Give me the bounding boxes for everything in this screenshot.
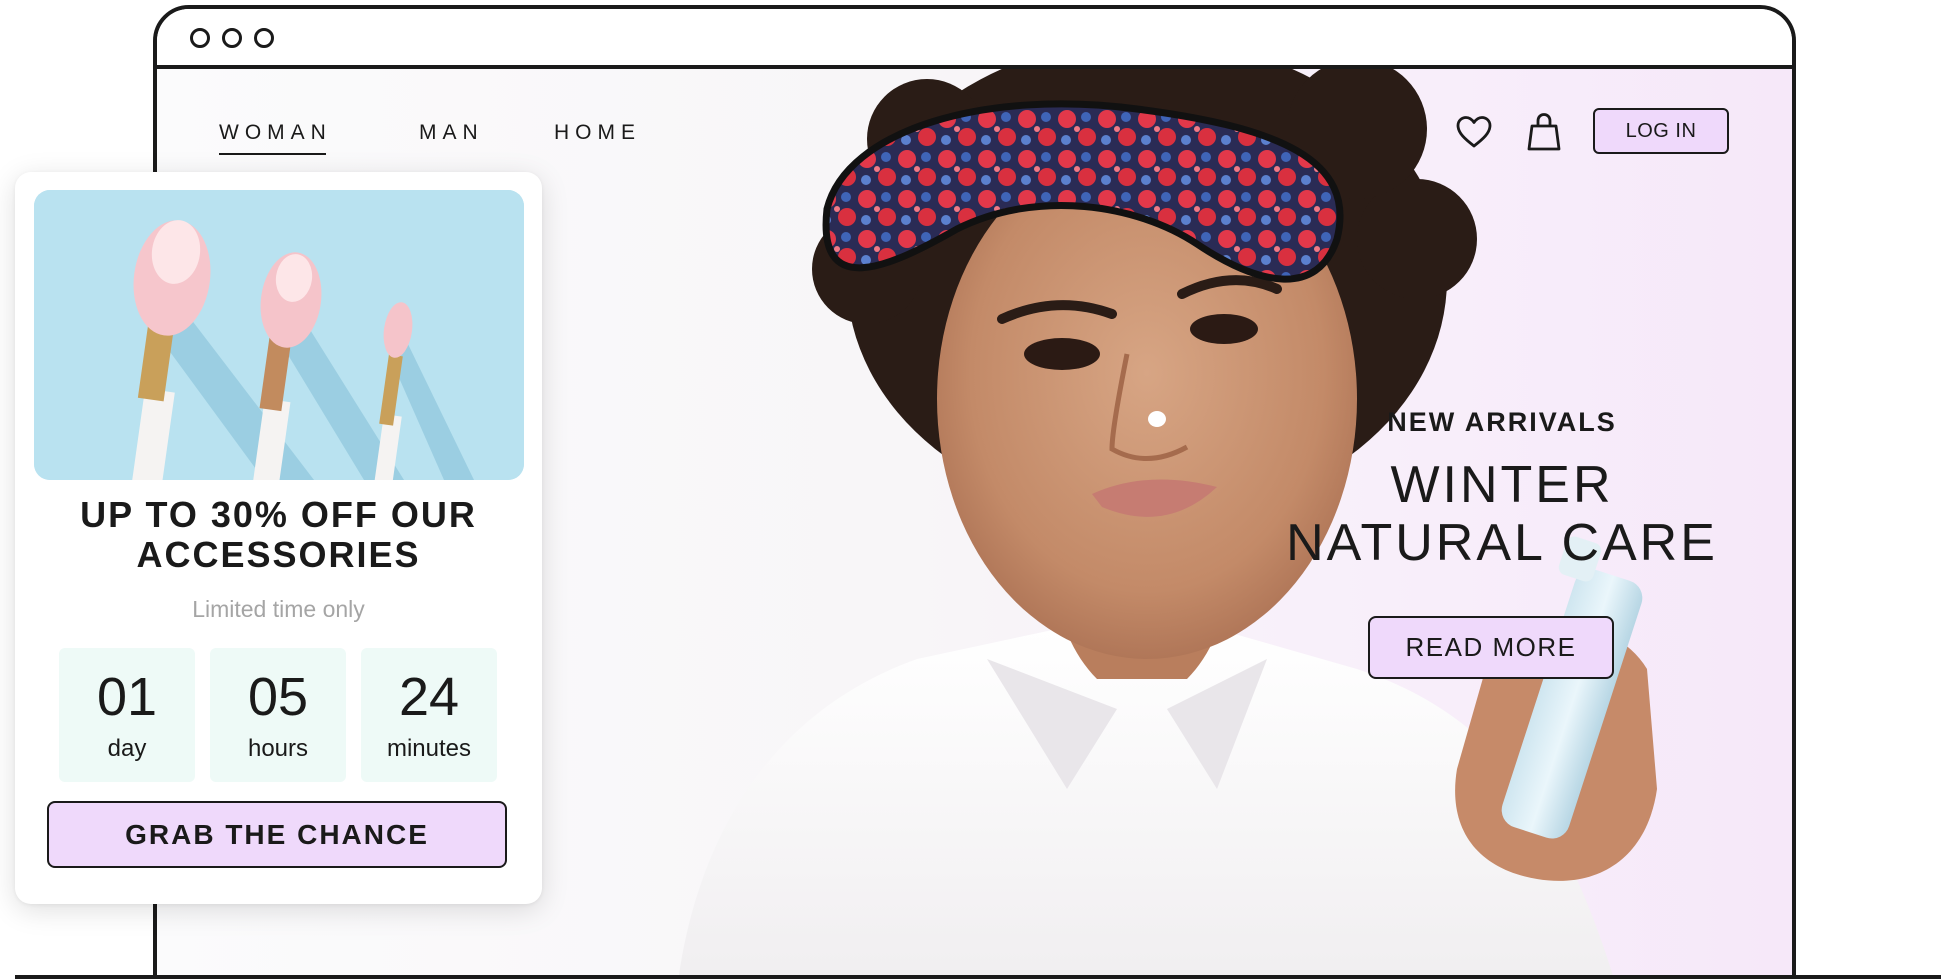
promo-card: UP TO 30% OFF OUR ACCESSORIES Limited ti… <box>15 172 542 904</box>
read-more-button[interactable]: READ MORE <box>1368 616 1614 679</box>
countdown-value: 05 <box>247 667 309 727</box>
promo-title-line2: ACCESSORIES <box>136 534 421 575</box>
countdown-value: 01 <box>96 667 158 727</box>
window-dot-icon <box>190 28 210 48</box>
nav-link-home[interactable]: HOME <box>554 121 641 145</box>
countdown-days: 01 day <box>59 648 195 782</box>
hero-headline-line1: WINTER <box>1390 456 1614 514</box>
heart-icon <box>1456 116 1492 148</box>
hero-eyebrow: NEW ARRIVALS <box>1387 407 1617 437</box>
countdown-value: 24 <box>398 667 460 727</box>
login-button[interactable]: LOG IN <box>1593 108 1729 154</box>
countdown-minutes: 24 minutes <box>361 648 497 782</box>
browser-titlebar <box>157 9 1792 69</box>
promo-title-line1: UP TO 30% OFF OUR <box>80 494 477 535</box>
nav-link-man[interactable]: MAN <box>419 121 484 145</box>
hero-headline-line2: NATURAL CARE <box>1286 514 1718 572</box>
countdown-unit: hours <box>247 735 309 762</box>
window-dot-icon <box>222 28 242 48</box>
countdown-hours: 05 hours <box>210 648 346 782</box>
window-dot-icon <box>254 28 274 48</box>
promo-title: UP TO 30% OFF OUR ACCESSORIES <box>15 495 542 575</box>
countdown-unit: minutes <box>386 735 472 762</box>
makeup-brushes-image <box>34 190 524 480</box>
shopping-bag-icon <box>1527 113 1561 151</box>
page: WOMAN MAN HOME LOG IN NEW ARRIVALS WINTE… <box>0 0 1941 979</box>
promo-subtitle: Limited time only <box>192 596 365 622</box>
baseline-divider <box>15 975 1941 979</box>
nav-link-woman[interactable]: WOMAN <box>219 121 332 155</box>
hero-headline: WINTER NATURAL CARE <box>1237 456 1767 572</box>
cart-button[interactable] <box>1524 111 1564 153</box>
grab-the-chance-button[interactable]: GRAB THE CHANCE <box>47 801 507 868</box>
wishlist-button[interactable] <box>1454 111 1494 153</box>
promo-image <box>34 190 524 480</box>
countdown-unit: day <box>107 735 147 762</box>
